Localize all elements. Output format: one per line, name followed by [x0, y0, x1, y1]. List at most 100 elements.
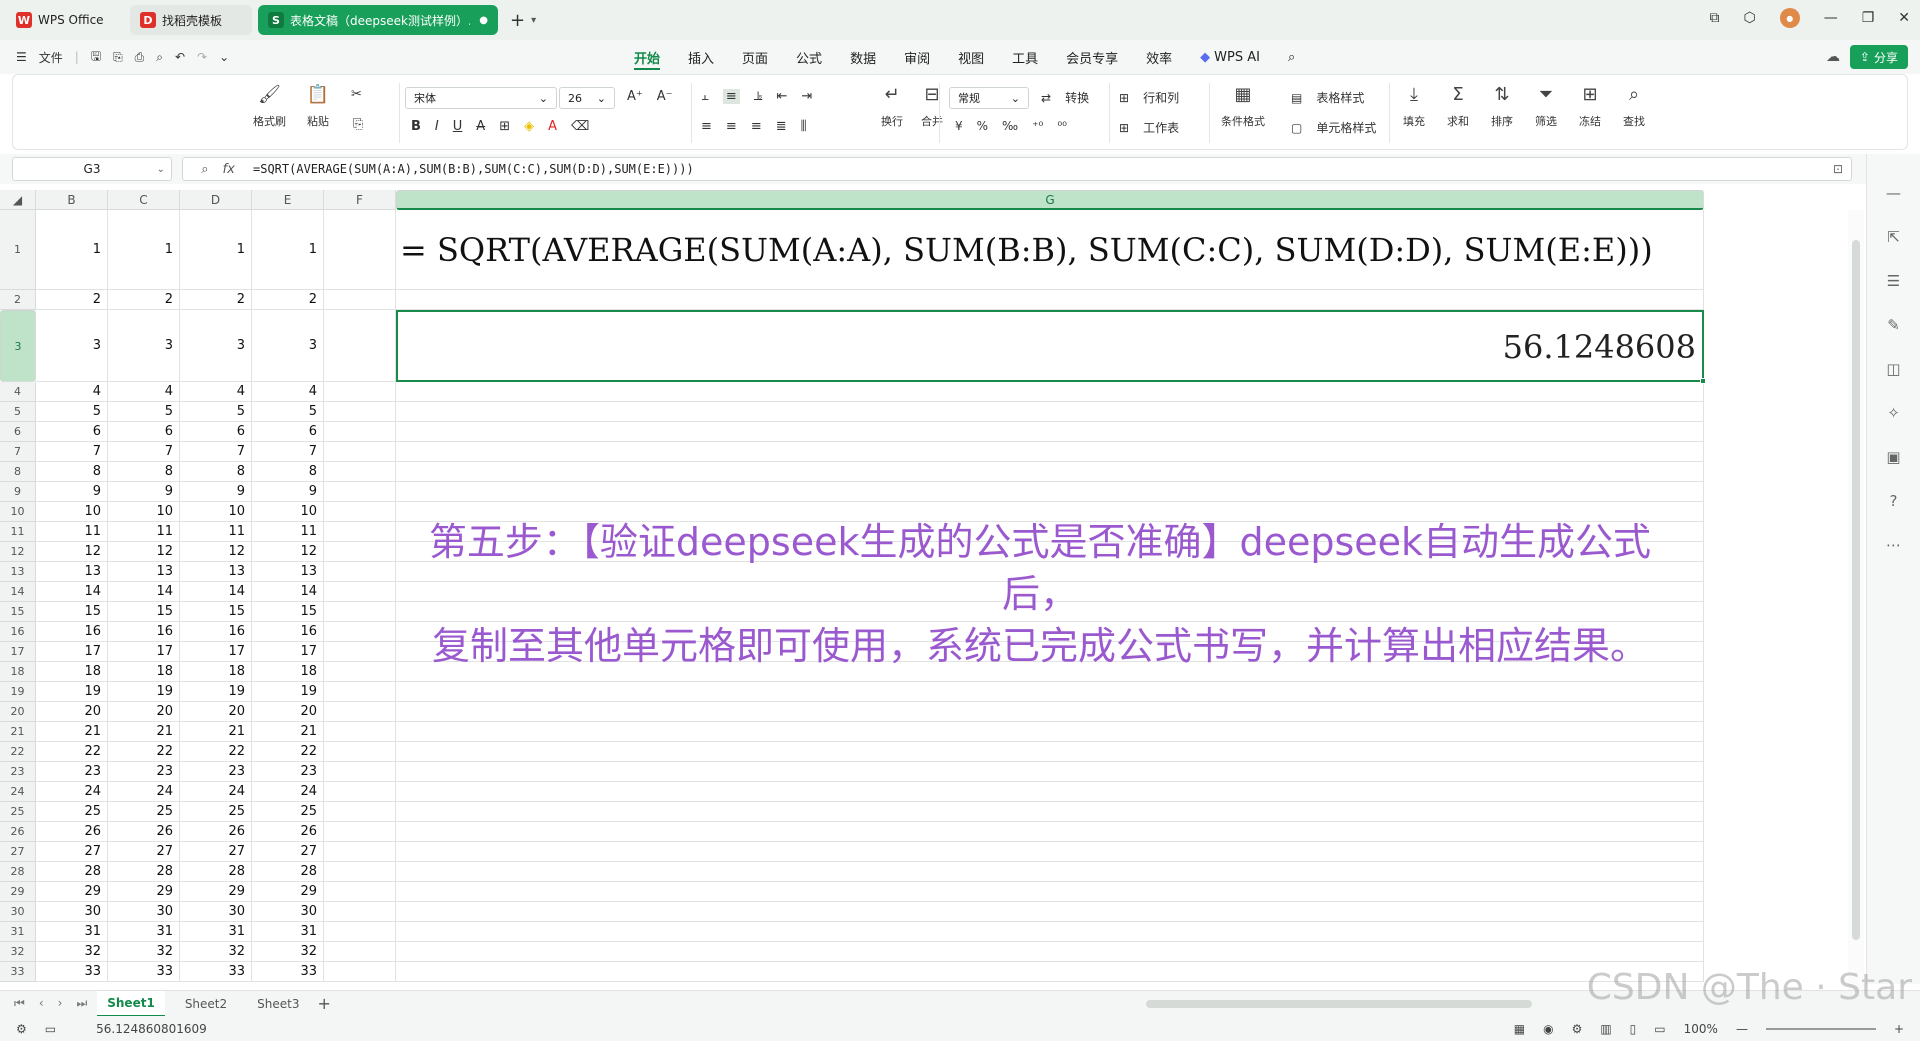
- cell[interactable]: 1: [108, 210, 180, 290]
- cell[interactable]: 29: [180, 882, 252, 902]
- search-icon[interactable]: ⌕: [1274, 40, 1309, 74]
- cell[interactable]: 16: [252, 622, 324, 642]
- column-header-d[interactable]: D: [180, 190, 252, 210]
- cell[interactable]: [324, 642, 396, 662]
- fx-icon[interactable]: fx: [223, 162, 235, 177]
- cell[interactable]: 33: [108, 962, 180, 982]
- cell[interactable]: [324, 562, 396, 582]
- cell[interactable]: [396, 482, 1704, 502]
- percent-icon[interactable]: %: [977, 119, 988, 133]
- cell[interactable]: 18: [180, 662, 252, 682]
- eye-icon[interactable]: ◉: [1543, 1022, 1553, 1036]
- settings-sliders-icon[interactable]: ☰: [1887, 272, 1900, 290]
- cell[interactable]: [396, 402, 1704, 422]
- decimal-increase-icon[interactable]: ⁺⁰: [1032, 119, 1043, 133]
- cell[interactable]: 27: [252, 842, 324, 862]
- cell[interactable]: 2: [252, 290, 324, 310]
- tab-review[interactable]: 审阅: [890, 40, 944, 74]
- cell[interactable]: [396, 742, 1704, 762]
- cell[interactable]: [324, 962, 396, 982]
- format-painter-button[interactable]: 🖌 格式刷: [253, 81, 286, 129]
- cell[interactable]: [324, 682, 396, 702]
- currency-icon[interactable]: ¥: [955, 119, 963, 133]
- worksheet-button[interactable]: ⊞ 工作表: [1119, 119, 1179, 136]
- macro-icon[interactable]: ⚙: [16, 1022, 27, 1036]
- cell[interactable]: 15: [180, 602, 252, 622]
- cell[interactable]: [324, 862, 396, 882]
- chevron-down-icon[interactable]: ▾: [531, 15, 536, 26]
- row-header[interactable]: 22: [0, 742, 36, 762]
- expand-formula-icon[interactable]: ⊡: [1833, 162, 1843, 176]
- tab-wps-office[interactable]: W WPS Office: [6, 5, 124, 35]
- cell[interactable]: [324, 762, 396, 782]
- cell[interactable]: 13: [108, 562, 180, 582]
- cell[interactable]: 13: [180, 562, 252, 582]
- wrap-text-button[interactable]: ↵ 换行: [879, 81, 905, 129]
- cell[interactable]: 24: [180, 782, 252, 802]
- window-layout-icon[interactable]: ⧉: [1709, 10, 1719, 26]
- cell[interactable]: 9: [36, 482, 108, 502]
- cell[interactable]: 6: [108, 422, 180, 442]
- fill-button[interactable]: ⤓ 填充: [1401, 81, 1427, 129]
- clear-format-icon[interactable]: ⌫: [571, 119, 589, 134]
- horizontal-scrollbar[interactable]: [1146, 1000, 1532, 1008]
- cell[interactable]: 31: [108, 922, 180, 942]
- find-button[interactable]: ⌕ 查找: [1621, 81, 1647, 129]
- cell[interactable]: [396, 862, 1704, 882]
- cell[interactable]: 22: [252, 742, 324, 762]
- cell[interactable]: 2: [180, 290, 252, 310]
- cell[interactable]: [396, 802, 1704, 822]
- cell[interactable]: 17: [36, 642, 108, 662]
- decimal-decrease-icon[interactable]: ⁰⁰: [1057, 119, 1067, 133]
- cell[interactable]: 26: [36, 822, 108, 842]
- file-menu[interactable]: 文件: [39, 49, 63, 66]
- font-size-select[interactable]: 26 ⌄: [559, 87, 615, 109]
- cell[interactable]: [324, 482, 396, 502]
- row-header[interactable]: 31: [0, 922, 36, 942]
- cell[interactable]: 30: [252, 902, 324, 922]
- cell[interactable]: 26: [108, 822, 180, 842]
- print-preview-icon[interactable]: ⌕: [156, 50, 163, 65]
- cell[interactable]: 21: [180, 722, 252, 742]
- cell[interactable]: [396, 782, 1704, 802]
- cell[interactable]: 27: [108, 842, 180, 862]
- row-header[interactable]: 2: [0, 290, 36, 310]
- help-icon[interactable]: ?: [1890, 492, 1898, 510]
- vertical-scrollbar[interactable]: [1848, 210, 1864, 990]
- cell[interactable]: 33: [180, 962, 252, 982]
- collapse-icon[interactable]: —: [1886, 184, 1901, 202]
- convert-button[interactable]: ⇄ 转换: [1041, 89, 1089, 106]
- row-header[interactable]: 13: [0, 562, 36, 582]
- cell[interactable]: [324, 842, 396, 862]
- chart-icon[interactable]: ◫: [1886, 360, 1900, 378]
- save-icon[interactable]: 🖫: [91, 47, 101, 68]
- cell[interactable]: 33: [36, 962, 108, 982]
- cell[interactable]: [396, 462, 1704, 482]
- cell[interactable]: 26: [180, 822, 252, 842]
- column-header-f[interactable]: F: [324, 190, 396, 210]
- cell[interactable]: [324, 502, 396, 522]
- merge-button[interactable]: ⊟ 合并: [919, 81, 945, 129]
- row-header[interactable]: 25: [0, 802, 36, 822]
- sheet-tab[interactable]: Sheet2: [175, 991, 237, 1017]
- cell[interactable]: 18: [252, 662, 324, 682]
- table-icon[interactable]: ▦: [1514, 1022, 1525, 1036]
- cell[interactable]: [396, 422, 1704, 442]
- cell[interactable]: 19: [108, 682, 180, 702]
- distributed-icon[interactable]: ⫼: [801, 119, 807, 134]
- book-icon[interactable]: ▣: [1886, 448, 1900, 466]
- row-header[interactable]: 3: [0, 310, 36, 382]
- cell[interactable]: 22: [36, 742, 108, 762]
- cell[interactable]: [396, 942, 1704, 962]
- tab-tools[interactable]: 工具: [998, 40, 1052, 74]
- cell[interactable]: 28: [36, 862, 108, 882]
- row-header[interactable]: 12: [0, 542, 36, 562]
- tab-formula[interactable]: 公式: [782, 40, 836, 74]
- row-header[interactable]: 8: [0, 462, 36, 482]
- restore-icon[interactable]: ❐: [1862, 10, 1875, 26]
- copy-icon[interactable]: ⎘: [353, 117, 363, 132]
- share-button[interactable]: ⇪ 分享: [1849, 45, 1908, 69]
- cube-icon[interactable]: ⬡: [1743, 10, 1755, 26]
- cell[interactable]: 24: [108, 782, 180, 802]
- freeze-button[interactable]: ⊞ 冻结: [1577, 81, 1603, 129]
